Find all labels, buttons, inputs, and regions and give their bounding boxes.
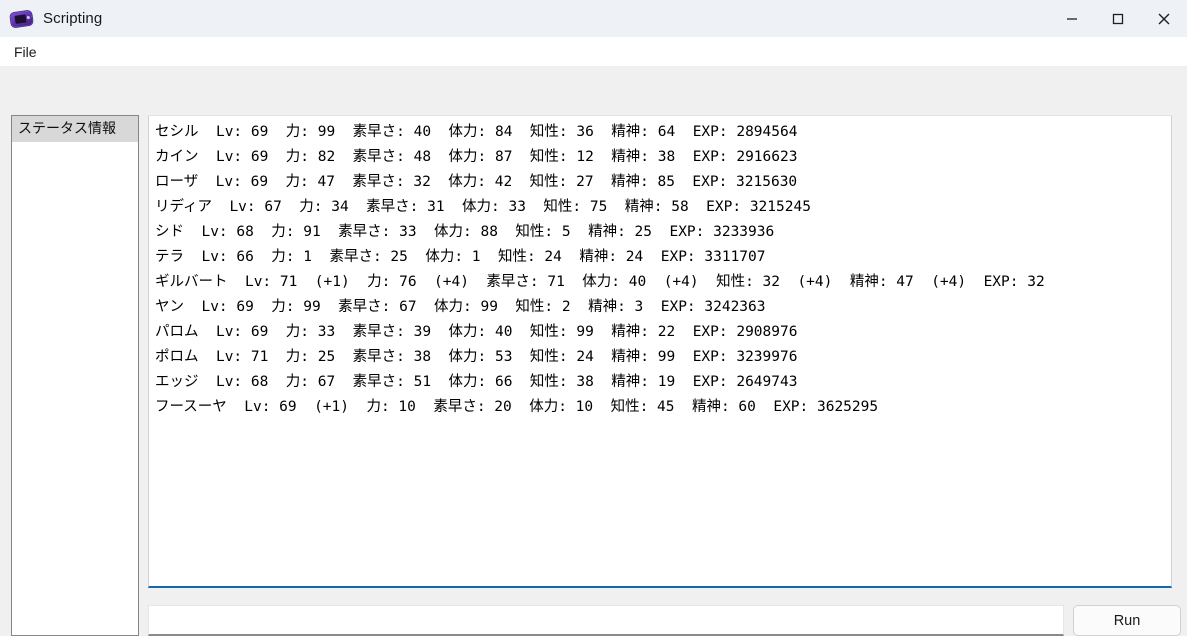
run-button[interactable]: Run [1073, 605, 1181, 636]
close-icon[interactable] [1141, 0, 1187, 37]
output-text: セシル Lv: 69 力: 99 素早さ: 40 体力: 84 知性: 36 精… [155, 124, 1045, 415]
window-title: Scripting [43, 10, 103, 27]
output-panel[interactable]: セシル Lv: 69 力: 99 素早さ: 40 体力: 84 知性: 36 精… [148, 115, 1172, 588]
sidebar-item-status-info[interactable]: ステータス情報 [12, 116, 138, 142]
gameboy-icon [10, 10, 33, 27]
script-list[interactable]: ステータス情報 [11, 115, 139, 636]
menu-item-file[interactable]: File [9, 42, 42, 62]
window-controls [1049, 0, 1187, 37]
window-titlebar: Scripting [0, 0, 1187, 37]
command-input[interactable] [148, 605, 1064, 636]
minimize-icon[interactable] [1049, 0, 1095, 37]
main-content: ステータス情報 セシル Lv: 69 力: 99 素早さ: 40 体力: 84 … [0, 66, 1187, 636]
titlebar-left-group: Scripting [0, 10, 102, 27]
maximize-icon[interactable] [1095, 0, 1141, 37]
menu-bar: File [0, 37, 1187, 66]
